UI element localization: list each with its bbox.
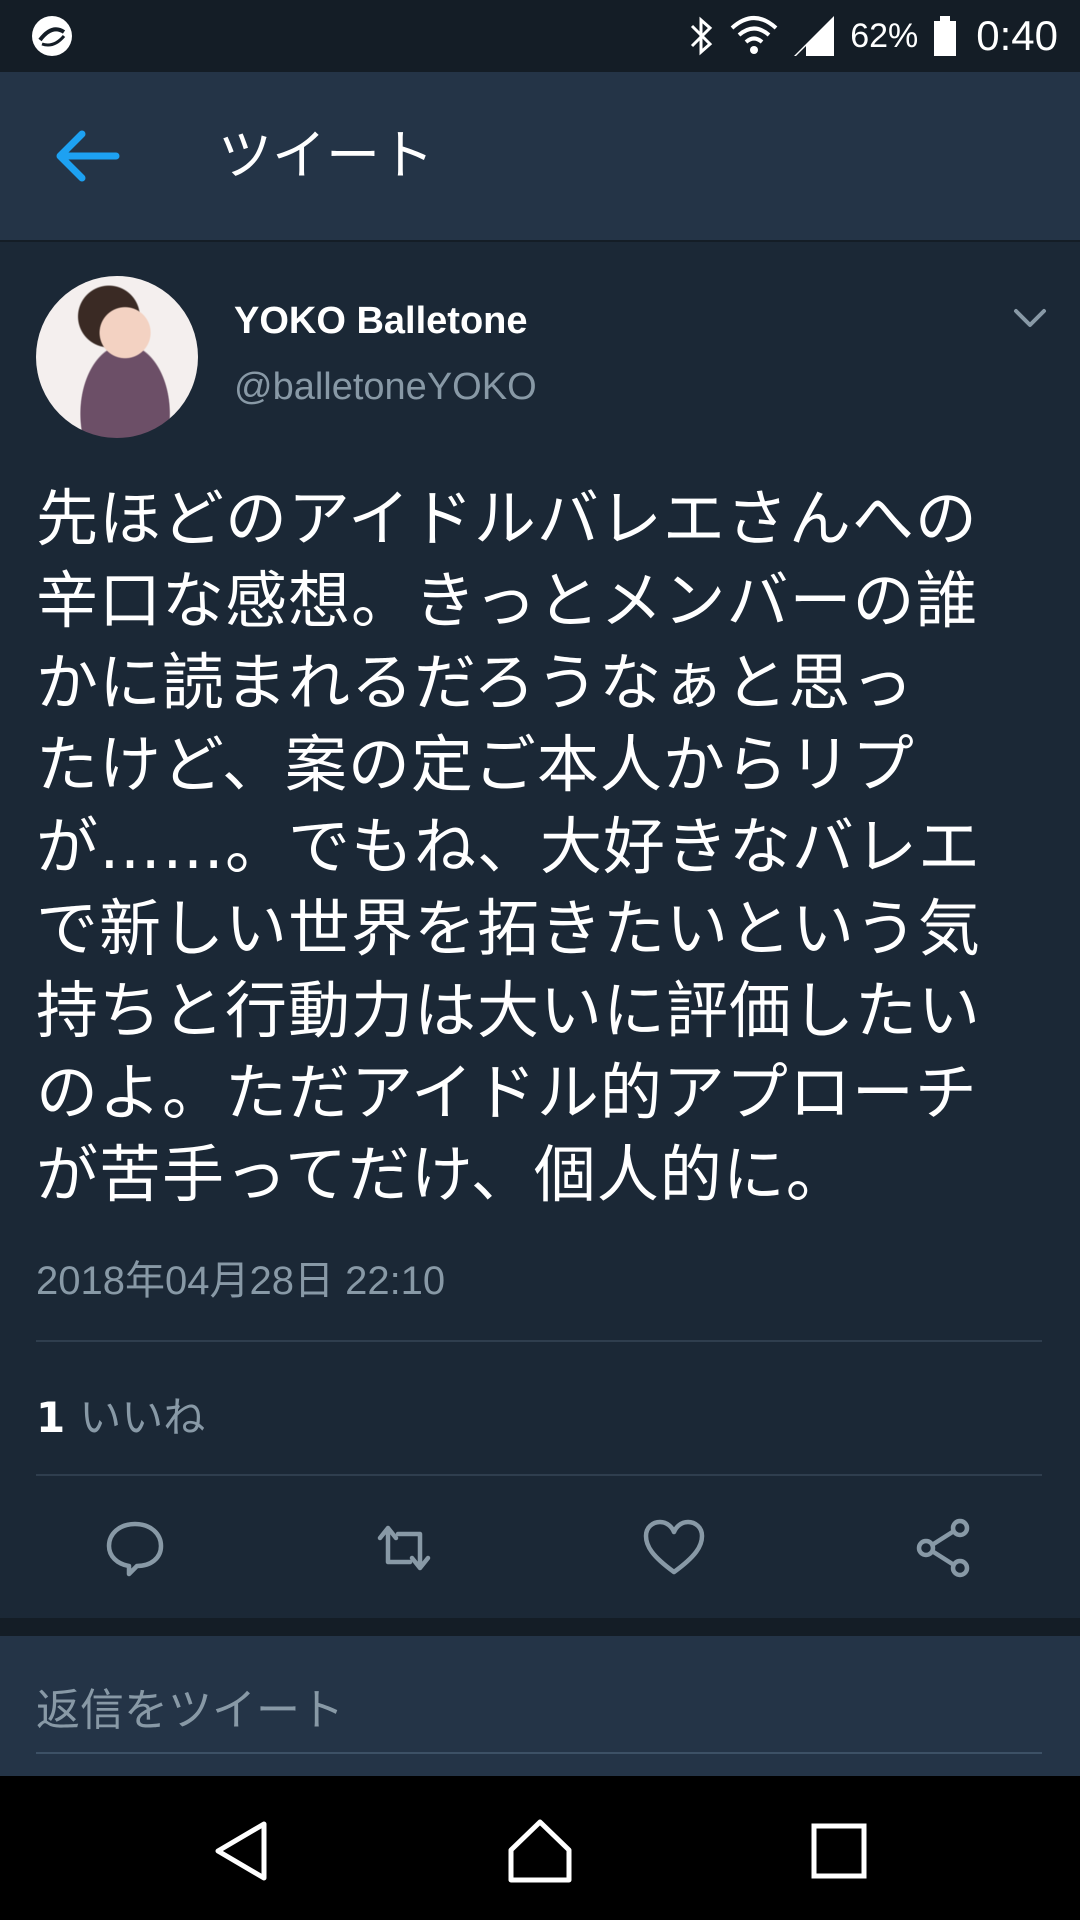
reply-icon[interactable] bbox=[103, 1516, 167, 1580]
signal-icon bbox=[794, 16, 835, 56]
chevron-down-icon[interactable] bbox=[1012, 306, 1048, 330]
share-icon[interactable] bbox=[912, 1516, 976, 1580]
reply-input[interactable]: 返信をツイート bbox=[36, 1674, 1042, 1754]
retweet-icon[interactable] bbox=[372, 1516, 436, 1580]
author-handle[interactable]: @balletoneYOKO bbox=[234, 366, 537, 409]
nav-home-icon[interactable] bbox=[505, 1816, 575, 1886]
status-bar: 62% 0:40 bbox=[0, 0, 1080, 72]
reply-composer: 返信をツイート bbox=[0, 1636, 1080, 1776]
tweet-actions bbox=[0, 1508, 1080, 1588]
nav-recents-icon[interactable] bbox=[804, 1816, 874, 1886]
battery-icon bbox=[934, 16, 957, 56]
wifi-icon bbox=[730, 16, 778, 54]
clock: 0:40 bbox=[976, 12, 1058, 59]
divider bbox=[36, 1474, 1042, 1476]
battery-percent: 62% bbox=[850, 16, 919, 55]
like-count-row[interactable]: 1 いいね bbox=[36, 1384, 205, 1445]
nav-back-icon[interactable] bbox=[208, 1816, 278, 1886]
app-logo-icon bbox=[32, 16, 72, 56]
divider bbox=[36, 1340, 1042, 1342]
app-toolbar: ツイート bbox=[0, 72, 1080, 242]
avatar[interactable] bbox=[36, 276, 198, 438]
page-title: ツイート bbox=[218, 124, 434, 187]
tweet-timestamp: 2018年04月28日 22:10 bbox=[36, 1259, 446, 1303]
back-arrow-icon[interactable] bbox=[52, 128, 122, 184]
like-label: いいね bbox=[79, 1393, 206, 1442]
bluetooth-icon bbox=[691, 16, 713, 56]
author-name[interactable]: YOKO Balletone bbox=[234, 300, 528, 343]
status-icons: 62% 0:40 bbox=[686, 0, 1058, 72]
like-count: 1 bbox=[36, 1393, 66, 1442]
tweet-text: 先ほどのアイドルバレエさんへの 辛口な感想。きっとメンバーの誰 かに読まれるだろ… bbox=[36, 482, 982, 1211]
like-icon[interactable] bbox=[642, 1516, 706, 1580]
section-separator bbox=[0, 1618, 1080, 1636]
system-nav-bar bbox=[0, 1776, 1080, 1920]
